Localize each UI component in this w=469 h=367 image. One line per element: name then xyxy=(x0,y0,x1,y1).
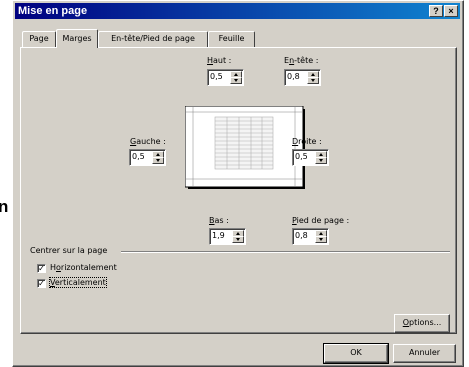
header-margin-label: En-tête : xyxy=(284,56,319,65)
horizontal-label[interactable]: Horizontalement xyxy=(50,263,117,272)
left-margin-label: Gauche : xyxy=(130,137,166,146)
right-margin-label: Droite : xyxy=(292,137,322,146)
window-title: Mise en page xyxy=(18,5,88,17)
left-margin-value[interactable]: 0,5 xyxy=(132,152,145,161)
cancel-button[interactable]: Annuler xyxy=(393,344,456,363)
spin-down-icon[interactable] xyxy=(232,236,244,243)
header-margin-value[interactable]: 0,8 xyxy=(287,72,300,81)
tab-sheet[interactable]: Feuille xyxy=(208,31,255,47)
vertical-checkbox[interactable]: ✓ xyxy=(37,279,46,288)
top-margin-spinner[interactable]: 0,5 xyxy=(207,69,244,86)
ok-button[interactable]: OK xyxy=(323,343,389,364)
footer-margin-spinner[interactable]: 0,8 xyxy=(292,228,329,245)
right-margin-value[interactable]: 0,5 xyxy=(295,152,308,161)
top-margin-value[interactable]: 0,5 xyxy=(210,72,223,81)
footer-margin-label: Pied de page : xyxy=(292,216,350,225)
top-margin-label: Haut : xyxy=(207,56,232,65)
horizontal-checkbox[interactable]: ✓ xyxy=(37,264,46,273)
margins-panel: Haut : 0,5 En-tête : 0,8 Gauche: 0,5 Dr… xyxy=(20,47,457,334)
spin-down-icon[interactable] xyxy=(307,77,319,84)
left-margin-spinner[interactable]: 0,5 xyxy=(129,149,166,166)
help-button[interactable]: ? xyxy=(429,5,443,17)
center-group-title: Centrer sur la page xyxy=(30,246,108,255)
spin-down-icon[interactable] xyxy=(152,157,164,164)
spin-down-icon[interactable] xyxy=(230,77,242,84)
header-margin-spinner[interactable]: 0,8 xyxy=(284,69,321,86)
options-button[interactable]: Options... xyxy=(394,314,450,333)
tab-page[interactable]: Page xyxy=(22,31,56,47)
group-divider xyxy=(121,251,450,253)
footer-margin-value[interactable]: 0,8 xyxy=(295,231,308,240)
vertical-label[interactable]: Verticalement xyxy=(49,277,107,288)
tab-header-footer[interactable]: En-tête/Pied de page xyxy=(98,31,208,47)
spin-down-icon[interactable] xyxy=(315,236,327,243)
page-setup-dialog: Mise en page ? × Page Marges En-tête/Pie… xyxy=(12,0,464,367)
page-preview xyxy=(185,106,305,189)
bottom-margin-value[interactable]: 1,9 xyxy=(212,231,225,240)
close-button[interactable]: × xyxy=(444,5,458,17)
tab-marges[interactable]: Marges xyxy=(56,29,98,48)
spin-down-icon[interactable] xyxy=(315,157,327,164)
right-margin-spinner[interactable]: 0,5 xyxy=(292,149,329,166)
title-bar[interactable]: Mise en page ? × xyxy=(15,3,460,19)
bottom-margin-spinner[interactable]: 1,9 xyxy=(209,228,246,245)
bottom-margin-label: Bas : xyxy=(209,216,229,225)
